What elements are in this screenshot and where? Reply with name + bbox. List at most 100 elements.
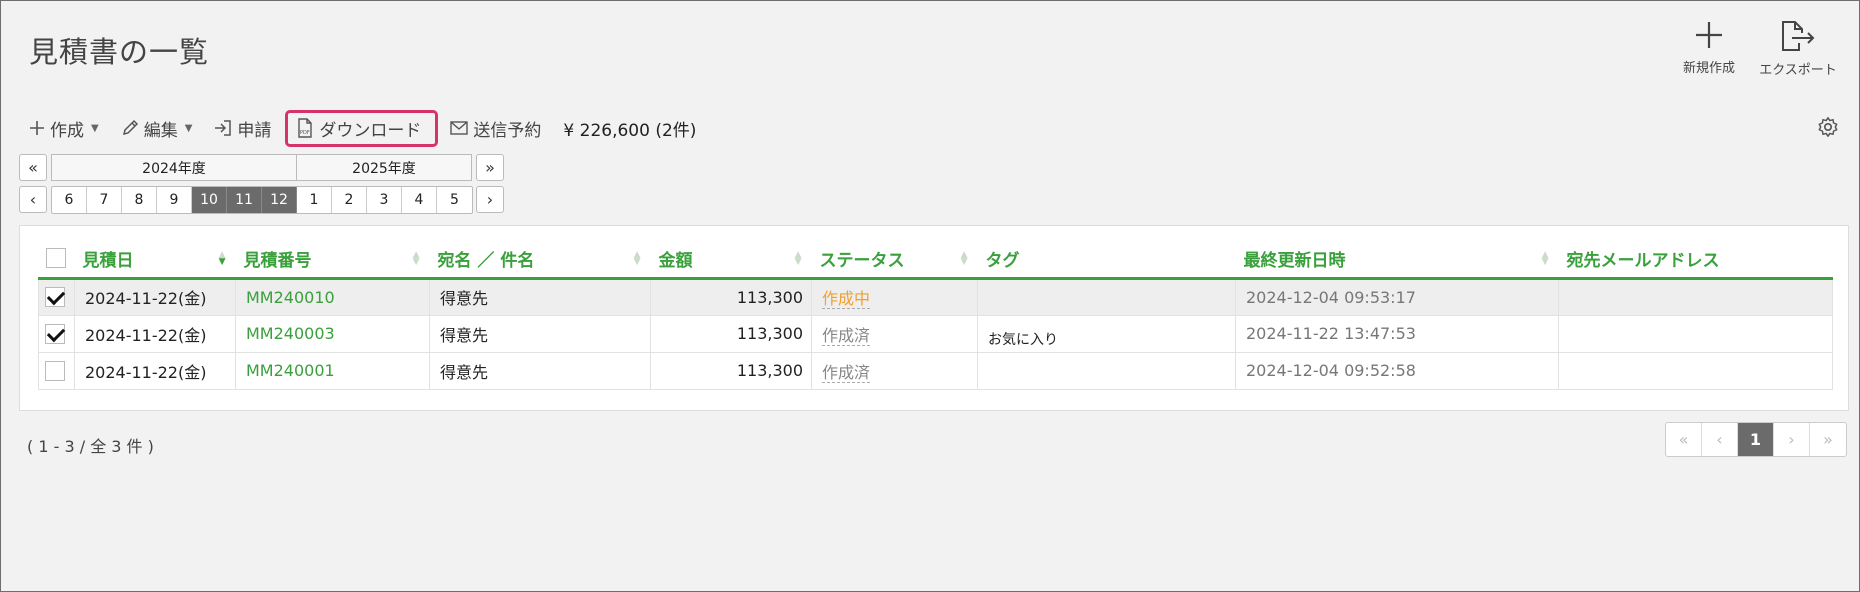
- month-button[interactable]: 8: [122, 187, 157, 213]
- edit-menu-button[interactable]: 編集 ▼: [121, 116, 193, 141]
- new-create-label: 新規作成: [1682, 61, 1735, 76]
- cell-date: 2024-11-22(金): [74, 314, 236, 353]
- export-label: エクスポート: [1759, 63, 1837, 78]
- first-page-button[interactable]: «: [1666, 423, 1702, 456]
- select-all-checkbox[interactable]: [45, 248, 66, 269]
- page-title: 見積書の一覧: [29, 35, 210, 69]
- app-window: 見積書の一覧 新規作成 エクスポート 作成 ▼ 編集 ▼ 申請 PDF ダウンロ…: [0, 0, 1860, 592]
- new-create-button[interactable]: 新規作成: [1669, 19, 1749, 76]
- apply-label: 申請: [237, 120, 272, 141]
- table-row[interactable]: 2024-11-22(金) MM240001 得意先 113,300 作成済 2024-1…: [38, 351, 1833, 390]
- col-header-updated[interactable]: 最終更新日時 ▲ ▼: [1235, 240, 1559, 280]
- caret-down-icon: ▼: [184, 122, 193, 134]
- prev-period-button[interactable]: ‹: [19, 186, 47, 213]
- pdf-file-icon: PDF: [298, 118, 313, 138]
- month-button[interactable]: 11: [227, 187, 262, 213]
- cell-number-link[interactable]: MM240003: [235, 314, 430, 353]
- create-label: 作成: [50, 120, 84, 141]
- last-page-button[interactable]: »: [1810, 423, 1846, 456]
- month-button[interactable]: 10: [192, 187, 227, 213]
- row-checkbox[interactable]: [45, 360, 65, 381]
- month-button[interactable]: 6: [52, 187, 87, 213]
- caret-down-icon: ▼: [91, 122, 99, 134]
- table-row[interactable]: 2024-11-22(金) MM240003 得意先 113,300 作成済 お気に入り 2…: [38, 314, 1833, 353]
- sort-icon: ▲ ▼: [412, 250, 420, 267]
- settings-button[interactable]: [1817, 116, 1839, 142]
- scheduled-send-button[interactable]: 送信予約: [450, 116, 541, 141]
- col-header-status[interactable]: ステータス ▲ ▼: [811, 240, 978, 280]
- table-row[interactable]: 2024-11-22(金) MM240010 得意先 113,300 作成中 2024-1…: [38, 277, 1833, 316]
- col-header-recipient[interactable]: 宛名 ／ 件名 ▲ ▼: [429, 240, 651, 280]
- apply-button[interactable]: 申請: [214, 116, 271, 141]
- page-button[interactable]: 1: [1738, 423, 1774, 456]
- month-button[interactable]: 9: [157, 187, 192, 213]
- scheduled-send-label: 送信予約: [473, 120, 542, 141]
- month-button[interactable]: 4: [402, 187, 437, 213]
- plus-icon: [1696, 22, 1722, 48]
- cell-number-link[interactable]: MM240001: [235, 351, 430, 390]
- cell-tag: [977, 277, 1236, 316]
- month-button[interactable]: 5: [437, 187, 472, 213]
- estimates-table: 見積日 ▲ ▼ 見積番号 ▲ ▼ 宛名 ／ 件名 ▲ ▼ 金額 ▲ ▼ ステータス ▲ ▼ タグ 最…: [38, 240, 1833, 390]
- sign-in-icon: [215, 120, 232, 136]
- sort-icon: ▲ ▼: [960, 250, 968, 267]
- cell-date: 2024-11-22(金): [74, 277, 236, 316]
- month-button[interactable]: 12: [262, 187, 297, 213]
- sort-desc-icon: ▲ ▼: [218, 250, 226, 267]
- cell-status: 作成済: [811, 351, 978, 390]
- export-button[interactable]: エクスポート: [1758, 19, 1838, 78]
- cell-email: [1558, 277, 1833, 316]
- prev-page-button[interactable]: ‹: [1702, 423, 1738, 456]
- col-header-amount[interactable]: 金額 ▲ ▼: [650, 240, 812, 280]
- status-badge[interactable]: 作成済: [822, 325, 871, 346]
- cell-email: [1558, 314, 1833, 353]
- create-menu-button[interactable]: 作成 ▼: [29, 116, 99, 141]
- cell-amount: 113,300: [650, 351, 812, 390]
- cell-tag: お気に入り: [977, 314, 1236, 353]
- pagination: «‹ 1 ›»: [1665, 422, 1847, 457]
- next-page-button[interactable]: ›: [1774, 423, 1810, 456]
- cell-status: 作成済: [811, 314, 978, 353]
- year-label-2024: 2024年度: [51, 154, 297, 181]
- cell-number-link[interactable]: MM240010: [235, 277, 430, 316]
- selected-total: ¥ 226,600 (2件): [563, 120, 697, 141]
- svg-text:PDF: PDF: [300, 130, 310, 136]
- last-year-button[interactable]: »: [476, 154, 504, 181]
- month-button[interactable]: 1: [297, 187, 332, 213]
- pencil-icon: [122, 119, 138, 136]
- cell-recipient: 得意先: [429, 314, 651, 353]
- table-header-row: 見積日 ▲ ▼ 見積番号 ▲ ▼ 宛名 ／ 件名 ▲ ▼ 金額 ▲ ▼ ステータス ▲ ▼ タグ 最…: [38, 240, 1833, 280]
- cell-tag: [977, 351, 1236, 390]
- sort-icon: ▲ ▼: [794, 250, 802, 267]
- sort-icon: ▲ ▼: [633, 250, 641, 267]
- envelope-icon: [450, 121, 469, 135]
- gear-icon: [1818, 117, 1838, 137]
- cell-updated: 2024-11-22 13:47:53: [1235, 314, 1559, 353]
- year-label-2025: 2025年度: [296, 154, 472, 181]
- cell-email: [1558, 351, 1833, 390]
- month-button[interactable]: 3: [367, 187, 402, 213]
- cell-updated: 2024-12-04 09:53:17: [1235, 277, 1559, 316]
- cell-recipient: 得意先: [429, 277, 651, 316]
- cell-updated: 2024-12-04 09:52:58: [1235, 351, 1559, 390]
- result-count: ( 1 - 3 / 全 3 件 ): [27, 437, 154, 456]
- row-checkbox[interactable]: [45, 323, 65, 344]
- download-button[interactable]: PDF ダウンロード: [285, 109, 439, 147]
- status-badge[interactable]: 作成済: [822, 362, 871, 383]
- month-button[interactable]: 2: [332, 187, 367, 213]
- first-year-button[interactable]: «: [19, 154, 47, 181]
- col-header-date[interactable]: 見積日 ▲ ▼: [74, 240, 236, 280]
- col-header-tag: タグ: [977, 240, 1236, 280]
- edit-label: 編集: [143, 120, 178, 141]
- month-selector: 6 7 8 9 10 11 12 1 2 3 4 5: [51, 186, 473, 214]
- col-header-number[interactable]: 見積番号 ▲ ▼: [235, 240, 430, 280]
- cell-date: 2024-11-22(金): [74, 351, 236, 390]
- toolbar: 作成 ▼ 編集 ▼ 申請 PDF ダウンロード 送信予約 ¥ 226,600 (…: [29, 109, 697, 147]
- download-label: ダウンロード: [319, 120, 422, 141]
- row-checkbox[interactable]: [45, 287, 65, 308]
- cell-status: 作成中: [811, 277, 978, 316]
- next-period-button[interactable]: ›: [476, 186, 504, 213]
- month-button[interactable]: 7: [87, 187, 122, 213]
- cell-amount: 113,300: [650, 314, 812, 353]
- status-badge[interactable]: 作成中: [822, 289, 871, 309]
